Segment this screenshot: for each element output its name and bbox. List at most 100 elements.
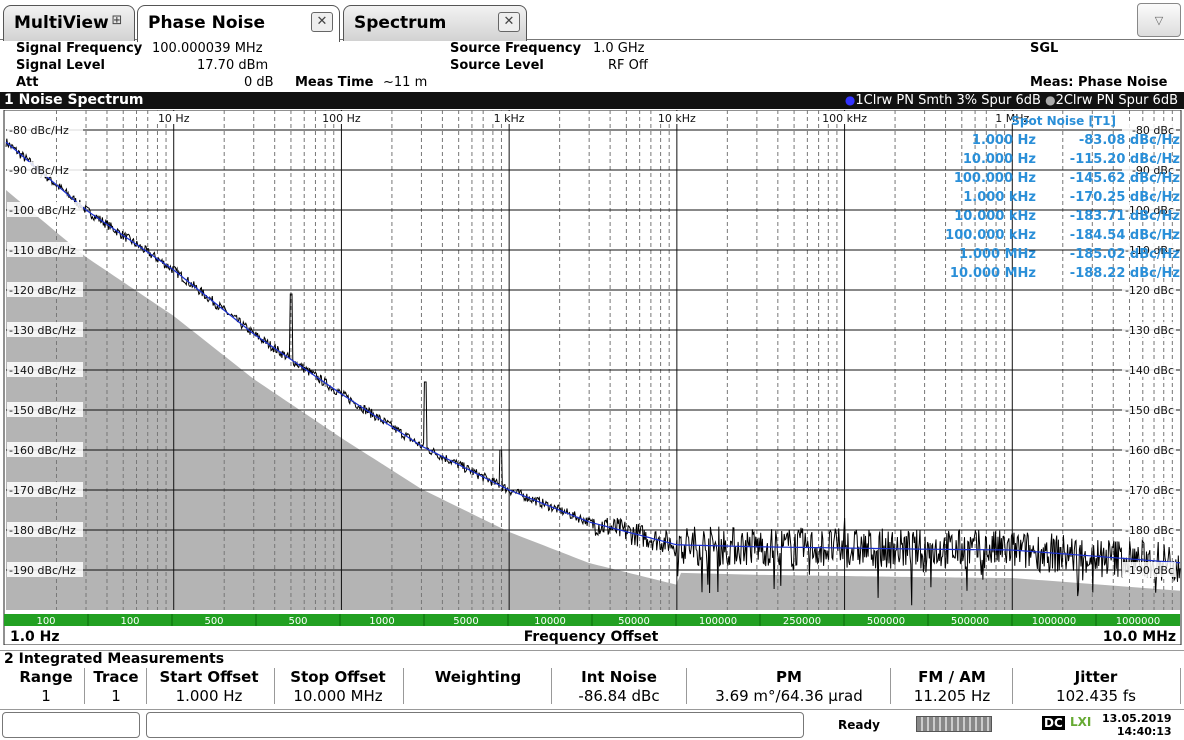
rbw-label: 500000 (951, 616, 989, 627)
signal-level-value: 17.70 dBm (197, 58, 269, 73)
column-divider (1012, 668, 1013, 704)
spot-noise-offset: 100.000 Hz (954, 171, 1036, 186)
spot-noise-offset: 100.000 kHz (945, 228, 1036, 243)
col-range: Range (19, 668, 73, 686)
col-weighting: Weighting (434, 668, 522, 686)
rbw-label: 1000 (369, 616, 394, 627)
close-icon[interactable]: ✕ (498, 12, 520, 32)
rbw-label: 500 (204, 616, 223, 627)
cell-jitter: 102.435 fs (1056, 687, 1136, 705)
spot-noise-value: -188.22 dBc/Hz (1070, 266, 1180, 281)
att-value: 0 dB (244, 75, 274, 90)
status-field-left[interactable] (2, 712, 140, 738)
y-tick-label-left: -170 dBc/Hz (9, 484, 76, 497)
status-time: 14:40:13 (1116, 725, 1172, 738)
spot-noise-offset: 10.000 Hz (963, 152, 1036, 167)
rbw-label: 250000 (783, 616, 821, 627)
column-divider (274, 668, 275, 704)
cell-start-offset: 1.000 Hz (175, 687, 243, 705)
att-label: Att (16, 75, 39, 90)
rbw-label: 100 (36, 616, 55, 627)
tab-label: MultiView (14, 13, 109, 33)
cell-trace: 1 (111, 687, 121, 705)
status-date: 13.05.2019 (1102, 712, 1172, 725)
column-divider (84, 668, 85, 704)
x-tick-label: 100 kHz (822, 112, 867, 125)
y-tick-label-right: -160 dBc (1125, 444, 1174, 457)
signal-level-label: Signal Level (16, 58, 105, 73)
date-time: 13.05.2019 14:40:13 (1102, 712, 1172, 738)
rbw-label: 5000 (453, 616, 478, 627)
spot-noise-value: -170.25 dBc/Hz (1070, 190, 1180, 205)
source-frequency-label: Source Frequency (450, 41, 582, 56)
source-level-value: RF Off (608, 58, 648, 73)
cell-int-noise: -86.84 dBc (578, 687, 660, 705)
spot-noise-offset: 1.000 kHz (963, 190, 1036, 205)
tab-spectrum[interactable]: Spectrum ✕ (343, 5, 527, 41)
col-stop-offset: Stop Offset (290, 668, 386, 686)
x-stop-label: 10.0 MHz (1103, 629, 1176, 645)
chevron-down-icon: ▽ (1154, 14, 1164, 27)
x-start-label: 1.0 Hz (10, 629, 60, 645)
cell-fm-am: 11.205 Hz (913, 687, 991, 705)
trace2-label: 2Clrw PN Spur 6dB (1055, 93, 1178, 108)
x-axis-label: Frequency Offset (524, 629, 659, 645)
sweep-mode: SGL (1030, 41, 1059, 56)
rbw-label: 1000000 (1032, 616, 1077, 627)
status-bar: Ready DC LXI 13.05.2019 14:40:13 (0, 709, 1184, 740)
dc-badge: DC (1042, 716, 1065, 730)
column-divider (890, 668, 891, 704)
col-int-noise: Int Noise (581, 668, 657, 686)
ready-indicator: Ready (838, 718, 880, 732)
status-message-field[interactable] (146, 712, 804, 738)
spot-noise-title: Spot Noise [T1] (1011, 114, 1116, 128)
cell-stop-offset: 10.000 MHz (293, 687, 383, 705)
spot-noise-value: -83.08 dBc/Hz (1079, 133, 1180, 148)
overflow-menu-button[interactable]: ▽ (1137, 3, 1181, 37)
tab-label: Phase Noise (148, 13, 265, 33)
y-tick-label-left: -150 dBc/Hz (9, 404, 76, 417)
source-frequency-value: 1.0 GHz (593, 41, 645, 56)
rbw-label: 500 (288, 616, 307, 627)
trace1-dot-icon: ● (844, 93, 856, 107)
tab-multiview[interactable]: MultiView ⊞ (3, 5, 135, 41)
spot-noise-value: -185.02 dBc/Hz (1070, 247, 1180, 262)
integrated-measurements-table: Range Trace Start Offset Stop Offset Wei… (0, 668, 1184, 708)
y-tick-label-right: -190 dBc (1125, 564, 1174, 577)
tab-label: Spectrum (354, 13, 447, 33)
y-tick-label-right: -180 dBc (1125, 524, 1174, 537)
spot-noise-value: -145.62 dBc/Hz (1070, 171, 1180, 186)
trace-legend: ●1Clrw PN Smth 3% Spur 6dB ●2Clrw PN Spu… (845, 92, 1178, 109)
lxi-logo-icon: LXI (1070, 715, 1092, 729)
col-pm: PM (776, 668, 802, 686)
spot-noise-offset: 10.000 MHz (950, 266, 1036, 281)
y-tick-label-right: -120 dBc (1125, 284, 1174, 297)
table-header: Range Trace Start Offset Stop Offset Wei… (0, 668, 1184, 686)
rbw-label: 100 (120, 616, 139, 627)
tab-phase-noise[interactable]: Phase Noise ✕ (137, 5, 340, 42)
cell-range: 1 (41, 687, 51, 705)
y-tick-label-right: -130 dBc (1125, 324, 1174, 337)
spot-noise-offset: 1.000 Hz (972, 133, 1036, 148)
noise-spectrum-graph[interactable]: -80 dBc/Hz -90 dBc/Hz -100 dBc/Hz -110 dBc/… (0, 109, 1184, 646)
y-tick-label-right: -170 dBc (1125, 484, 1174, 497)
window1-titlebar: 1 Noise Spectrum ●1Clrw PN Smth 3% Spur … (0, 92, 1184, 109)
y-tick-label-left: -80 dBc/Hz (9, 124, 69, 137)
close-icon[interactable]: ✕ (311, 12, 333, 32)
spot-noise-offset: 1.000 MHz (959, 247, 1036, 262)
col-fm-am: FM / AM (918, 668, 986, 686)
spot-noise-value: -183.71 dBc/Hz (1070, 209, 1180, 224)
table-row[interactable]: 1 1 1.000 Hz 10.000 MHz -86.84 dBc 3.69 … (0, 687, 1184, 705)
channel-info-bar: Signal Frequency 100.000039 MHz Signal L… (0, 40, 1184, 92)
column-divider (1180, 668, 1181, 704)
y-tick-label-left: -160 dBc/Hz (9, 444, 76, 457)
rbw-label: 500000 (867, 616, 905, 627)
window2-title: 2 Integrated Measurements (4, 651, 225, 667)
app-window: MultiView ⊞ Phase Noise ✕ Spectrum ✕ ▽ S… (0, 0, 1184, 740)
y-tick-label-right: -150 dBc (1125, 404, 1174, 417)
rbw-label: 1000000 (1116, 616, 1161, 627)
noise-spectrum-chart[interactable]: -80 dBc/Hz -90 dBc/Hz -100 dBc/Hz -110 dBc/… (0, 109, 1184, 646)
progress-bar (916, 716, 992, 732)
tab-bar: MultiView ⊞ Phase Noise ✕ Spectrum ✕ ▽ (0, 0, 1184, 42)
trace1-label: 1Clrw PN Smth 3% Spur 6dB (855, 93, 1041, 108)
